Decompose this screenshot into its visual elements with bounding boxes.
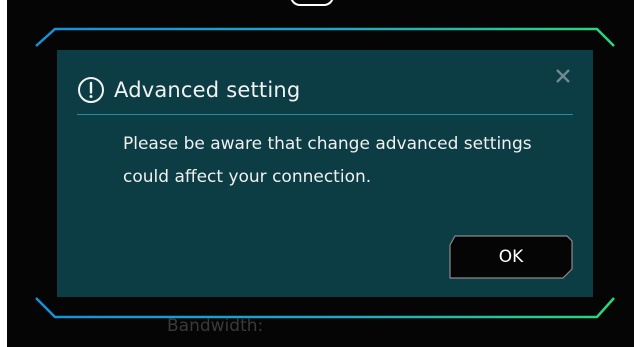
exclamation-circle-icon (77, 76, 105, 104)
dialog-message: Please be aware that change advanced set… (123, 134, 532, 187)
advanced-setting-dialog: Advanced setting Please be aware that ch… (57, 50, 593, 297)
dialog-header: Advanced setting (77, 72, 300, 108)
header-divider (77, 114, 573, 115)
screen: Bandwidth: Advanced setting Please be aw… (0, 0, 641, 347)
dialog-title: Advanced setting (114, 78, 301, 102)
close-icon (556, 69, 570, 83)
ok-button[interactable]: OK (449, 235, 573, 279)
close-button[interactable] (553, 66, 573, 86)
ok-button-label: OK (498, 247, 524, 267)
bandwidth-label: Bandwidth: (167, 316, 264, 336)
